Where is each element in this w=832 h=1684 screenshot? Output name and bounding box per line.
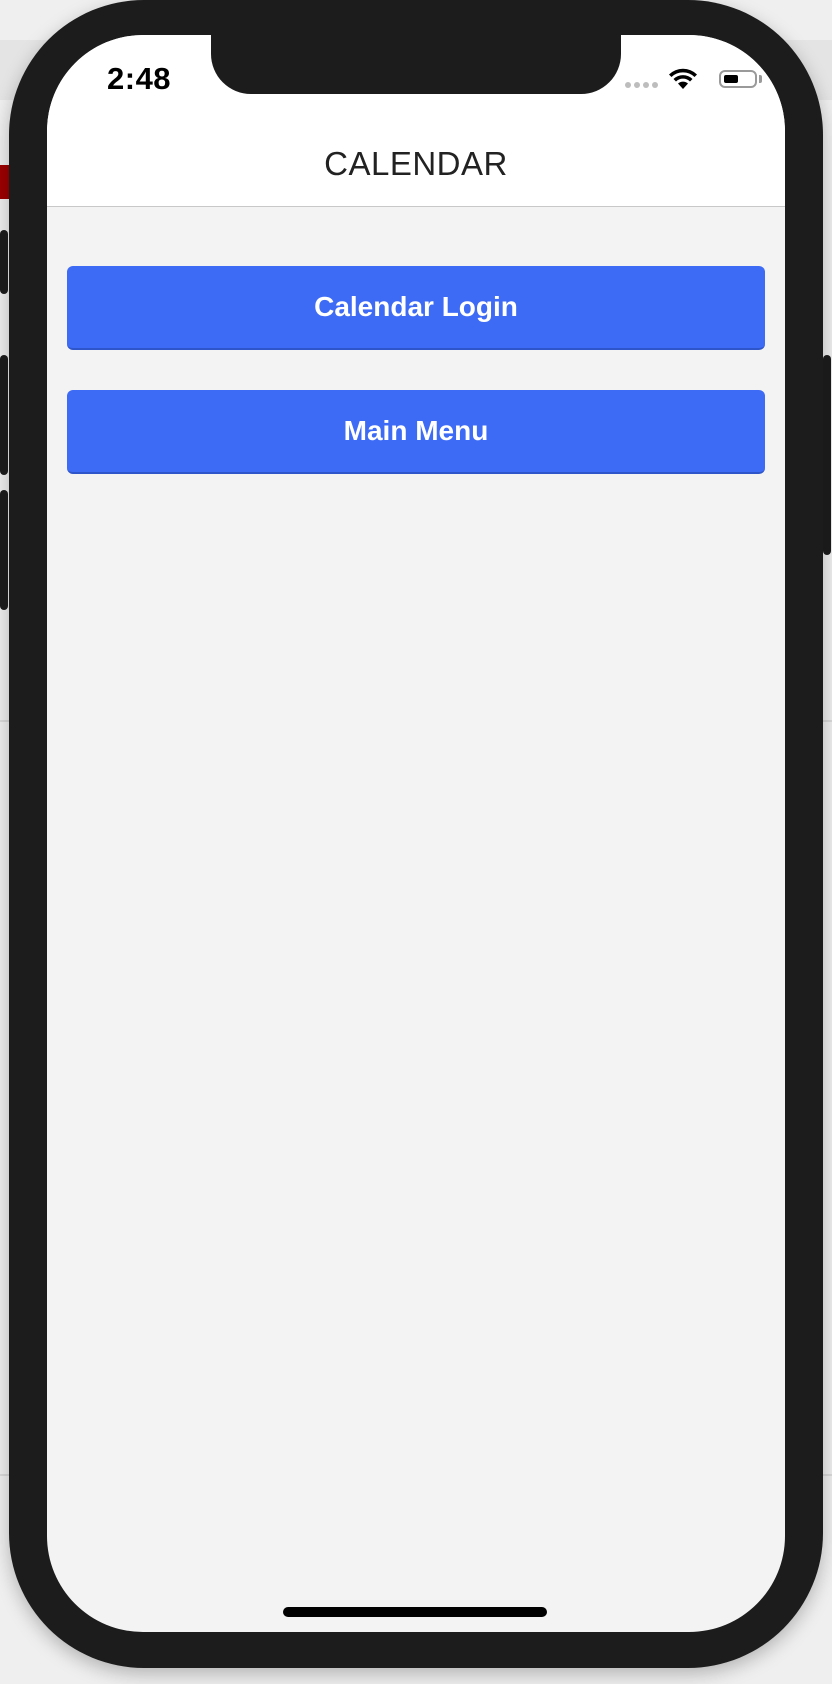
wifi-icon xyxy=(669,68,697,89)
phone-frame: 2:48 CALENDAR Calendar Login Main Menu xyxy=(0,0,831,1668)
battery-icon xyxy=(719,70,757,88)
status-time: 2:48 xyxy=(107,61,172,96)
volume-up-button xyxy=(0,355,8,475)
cellular-signal-icon xyxy=(625,82,658,88)
main-content: Calendar Login Main Menu xyxy=(47,207,785,1632)
phone-screen: 2:48 CALENDAR Calendar Login Main Menu xyxy=(47,35,785,1632)
main-menu-button[interactable]: Main Menu xyxy=(67,390,765,474)
page-title: CALENDAR xyxy=(324,144,508,182)
navigation-bar: CALENDAR xyxy=(47,125,785,207)
battery-tip xyxy=(759,75,762,83)
home-indicator[interactable] xyxy=(283,1607,547,1617)
power-button xyxy=(823,355,831,555)
phone-notch xyxy=(211,35,621,94)
mute-switch xyxy=(0,230,8,294)
calendar-login-button[interactable]: Calendar Login xyxy=(67,266,765,350)
volume-down-button xyxy=(0,490,8,610)
